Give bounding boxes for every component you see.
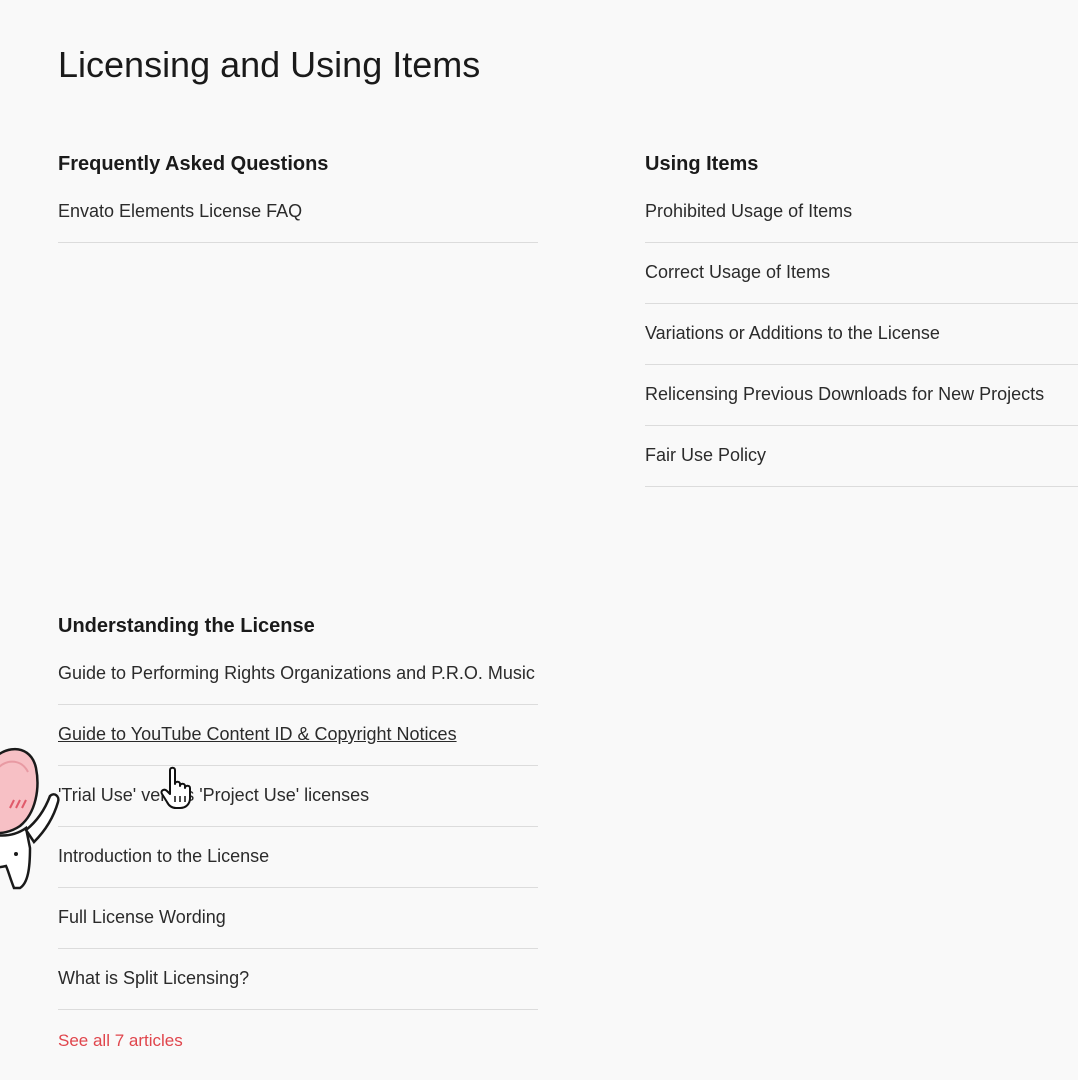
article-list-using-items: Prohibited Usage of Items Correct Usage … [645, 185, 1078, 487]
article-link-youtube-content-id[interactable]: Guide to YouTube Content ID & Copyright … [58, 720, 538, 748]
list-item: Fair Use Policy [645, 426, 1078, 487]
article-link-full-license-wording[interactable]: Full License Wording [58, 903, 538, 931]
list-item: Full License Wording [58, 888, 538, 949]
list-item: What is Split Licensing? [58, 949, 538, 1010]
list-item: Guide to Performing Rights Organizations… [58, 647, 538, 705]
peach-mascot-icon [0, 747, 60, 890]
list-item: Prohibited Usage of Items [645, 185, 1078, 243]
section-faq: Frequently Asked Questions Envato Elemen… [58, 151, 538, 243]
article-link-trial-vs-project-use[interactable]: 'Trial Use' versus 'Project Use' license… [58, 781, 538, 809]
see-all-articles-link[interactable]: See all 7 articles [58, 1030, 538, 1052]
list-item: Guide to YouTube Content ID & Copyright … [58, 705, 538, 766]
article-link-variations[interactable]: Variations or Additions to the License [645, 319, 1078, 347]
section-using-items: Using Items Prohibited Usage of Items Co… [645, 151, 1078, 487]
section-understanding-license: Understanding the License Guide to Perfo… [58, 613, 538, 1052]
article-link-intro-license[interactable]: Introduction to the License [58, 842, 538, 870]
article-link-prohibited-usage[interactable]: Prohibited Usage of Items [645, 197, 1078, 225]
list-item: Correct Usage of Items [645, 243, 1078, 304]
hand-pointer-cursor-icon [160, 766, 191, 809]
page-title: Licensing and Using Items [58, 44, 481, 85]
list-item: Introduction to the License [58, 827, 538, 888]
list-item: Envato Elements License FAQ [58, 185, 538, 243]
article-link-license-faq[interactable]: Envato Elements License FAQ [58, 197, 538, 225]
section-heading-faq[interactable]: Frequently Asked Questions [58, 151, 538, 185]
section-heading-using-items[interactable]: Using Items [645, 151, 1078, 185]
list-item: Variations or Additions to the License [645, 304, 1078, 365]
list-item: 'Trial Use' versus 'Project Use' license… [58, 766, 538, 827]
article-list-faq: Envato Elements License FAQ [58, 185, 538, 243]
article-link-split-licensing[interactable]: What is Split Licensing? [58, 964, 538, 992]
article-link-pro-music[interactable]: Guide to Performing Rights Organizations… [58, 659, 538, 687]
section-heading-understanding-license[interactable]: Understanding the License [58, 613, 538, 647]
article-link-correct-usage[interactable]: Correct Usage of Items [645, 258, 1078, 286]
article-link-fair-use[interactable]: Fair Use Policy [645, 441, 1078, 469]
article-list-understanding-license: Guide to Performing Rights Organizations… [58, 647, 538, 1010]
list-item: Relicensing Previous Downloads for New P… [645, 365, 1078, 426]
article-link-relicensing[interactable]: Relicensing Previous Downloads for New P… [645, 380, 1078, 408]
